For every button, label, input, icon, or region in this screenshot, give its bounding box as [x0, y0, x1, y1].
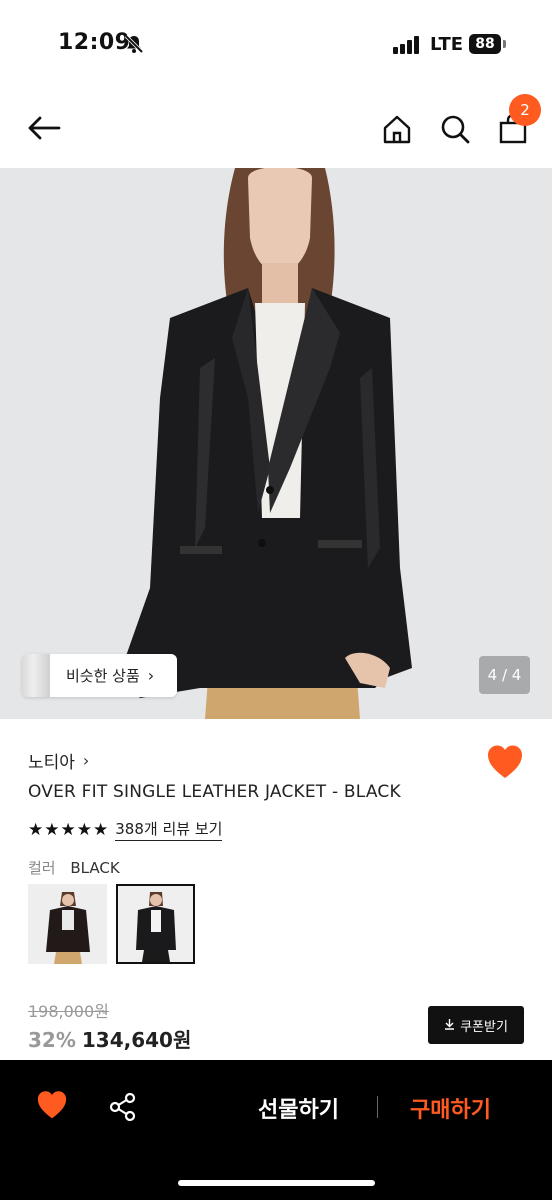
back-arrow-icon — [28, 116, 61, 140]
color-value: BLACK — [70, 859, 120, 877]
color-row: 컬러 BLACK — [28, 857, 120, 878]
gift-button[interactable]: 선물하기 — [258, 1092, 339, 1124]
battery-tip — [503, 40, 506, 48]
price-row: 32% 134,640원 — [28, 1024, 191, 1053]
search-button[interactable] — [434, 108, 476, 150]
review-link[interactable]: 388개 리뷰 보기 — [115, 818, 223, 841]
home-icon — [383, 115, 411, 144]
model-photo — [0, 168, 552, 719]
original-price: 198,000원 — [28, 1002, 109, 1021]
star-icon: ★ — [76, 819, 92, 840]
star-icon: ★ — [60, 819, 76, 840]
star-icon: ★ — [44, 819, 60, 840]
color-swatch-2-selected[interactable] — [116, 884, 195, 964]
swatch-image — [28, 884, 107, 964]
swatch-image — [118, 886, 193, 962]
similar-products-label: 비슷한 상품 — [66, 667, 140, 685]
star-icon: ★ — [93, 819, 109, 840]
brand-link[interactable]: 노티아 › — [28, 748, 89, 773]
similar-products-button[interactable]: 비슷한 상품 › — [22, 654, 177, 697]
discount-rate: 32% — [28, 1028, 76, 1052]
buy-button[interactable]: 구매하기 — [410, 1092, 491, 1124]
status-bar: 12:09 LTE 88 — [0, 0, 552, 90]
star-icon: ★ — [28, 819, 44, 840]
image-page-indicator: 4 / 4 — [479, 656, 530, 694]
search-icon — [441, 115, 470, 144]
color-label: 컬러 — [28, 859, 56, 877]
similar-thumbnail — [22, 654, 50, 697]
bell-off-icon — [124, 34, 144, 58]
product-title: OVER FIT SINGLE LEATHER JACKET - BLACK — [28, 782, 401, 802]
top-nav — [0, 90, 552, 168]
back-button[interactable] — [22, 108, 66, 148]
wishlist-button[interactable] — [486, 744, 524, 780]
heart-icon — [37, 1091, 67, 1119]
divider — [377, 1096, 378, 1118]
coupon-button[interactable]: 쿠폰받기 — [428, 1006, 524, 1044]
signal-icon — [393, 36, 421, 54]
sale-price: 134,640원 — [81, 1028, 192, 1052]
bottom-action-bar: 선물하기 구매하기 — [0, 1060, 552, 1200]
battery-icon: 88 — [469, 34, 501, 54]
bottom-wishlist-button[interactable] — [36, 1090, 68, 1120]
chevron-right-icon: › — [147, 666, 155, 685]
heart-icon — [488, 745, 522, 778]
rating-row: ★ ★ ★ ★ ★ 388개 리뷰 보기 — [28, 818, 223, 841]
network-label: LTE — [430, 34, 464, 55]
rating-stars: ★ ★ ★ ★ ★ — [28, 820, 109, 840]
color-swatch-1[interactable] — [28, 884, 107, 964]
share-button[interactable] — [108, 1092, 138, 1122]
cart-count-badge: 2 — [509, 94, 541, 126]
download-icon — [444, 1018, 455, 1033]
brand-name: 노티아 — [28, 753, 75, 773]
share-icon — [109, 1092, 136, 1122]
home-button[interactable] — [376, 108, 418, 150]
chevron-right-icon: › — [82, 751, 90, 770]
product-image[interactable]: 비슷한 상품 › 4 / 4 — [0, 168, 552, 719]
status-time: 12:09 — [58, 30, 131, 55]
coupon-label: 쿠폰받기 — [460, 1019, 508, 1035]
home-indicator — [178, 1180, 375, 1186]
